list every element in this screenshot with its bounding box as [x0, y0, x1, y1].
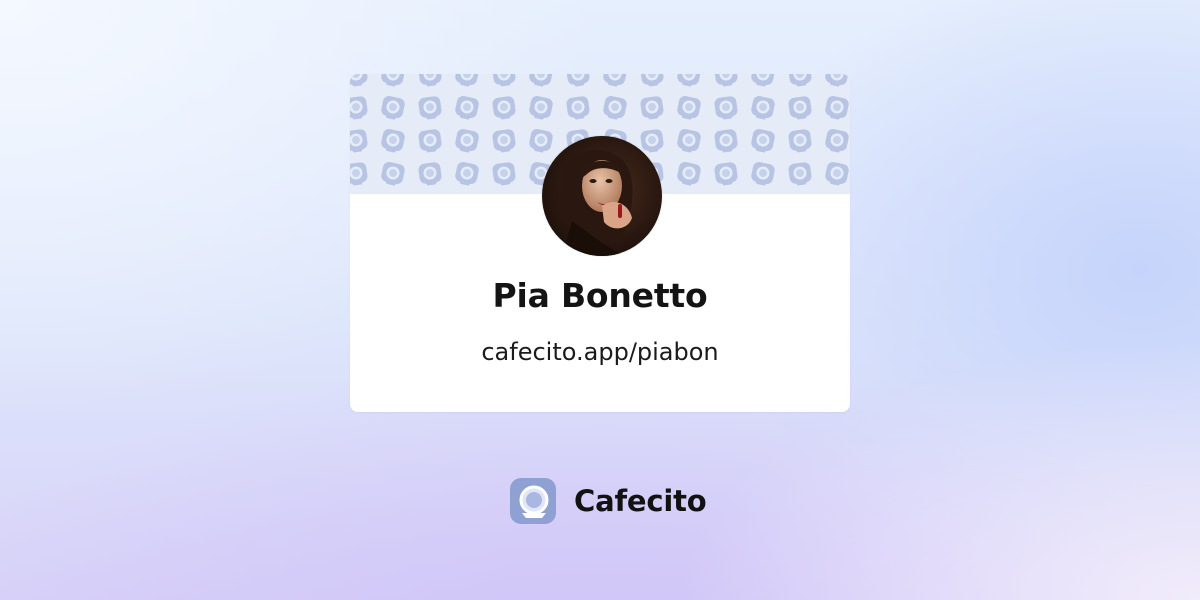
coffee-cup-icon	[787, 161, 813, 187]
coffee-cup-icon	[491, 161, 517, 187]
coffee-cup-icon	[453, 127, 480, 155]
coffee-cup-icon	[350, 74, 369, 88]
cafecito-cup-icon	[508, 476, 558, 526]
coffee-cup-icon	[453, 74, 480, 89]
coffee-cup-icon	[350, 95, 369, 121]
coffee-cup-icon	[527, 127, 554, 155]
coffee-cup-icon	[787, 95, 813, 121]
coffee-cup-icon	[417, 95, 443, 121]
coffee-cup-icon	[491, 74, 517, 88]
profile-url[interactable]: cafecito.app/piabon	[350, 338, 850, 366]
coffee-cup-icon	[749, 74, 776, 89]
coffee-cup-icon	[639, 95, 665, 121]
coffee-cup-icon	[713, 161, 739, 187]
coffee-cup-icon	[379, 160, 406, 188]
coffee-cup-icon	[491, 95, 517, 121]
coffee-cup-icon	[749, 94, 776, 122]
profile-photo	[542, 136, 662, 256]
coffee-cup-icon	[379, 127, 406, 155]
coffee-cup-icon	[527, 74, 554, 89]
coffee-cup-icon	[601, 94, 628, 122]
coffee-cup-icon	[823, 74, 850, 89]
coffee-cup-icon	[823, 127, 850, 155]
coffee-cup-icon	[491, 128, 517, 154]
coffee-cup-icon	[675, 74, 702, 89]
coffee-cup-icon	[713, 74, 739, 88]
coffee-cup-icon	[749, 160, 776, 188]
coffee-cup-icon	[417, 74, 443, 88]
coffee-cup-icon	[639, 128, 665, 154]
brand-name: Cafecito	[574, 484, 707, 518]
coffee-cup-icon	[787, 128, 813, 154]
coffee-cup-icon	[639, 74, 665, 88]
coffee-cup-icon	[350, 128, 369, 154]
coffee-cup-icon	[453, 94, 480, 122]
coffee-cup-icon	[417, 128, 443, 154]
coffee-cup-icon	[379, 94, 406, 122]
coffee-cup-icon	[823, 94, 850, 122]
coffee-cup-icon	[823, 160, 850, 188]
avatar	[542, 136, 662, 256]
coffee-cup-icon	[453, 160, 480, 188]
coffee-cup-icon	[713, 128, 739, 154]
coffee-cup-icon	[379, 74, 406, 89]
coffee-cup-icon	[675, 127, 702, 155]
coffee-cup-icon	[350, 161, 369, 187]
coffee-cup-icon	[601, 74, 628, 89]
coffee-cup-icon	[713, 95, 739, 121]
coffee-cup-icon	[565, 74, 591, 88]
coffee-cup-icon	[417, 161, 443, 187]
profile-name: Pia Bonetto	[492, 276, 708, 315]
brand[interactable]: Cafecito	[508, 476, 707, 526]
coffee-cup-icon	[527, 94, 554, 122]
coffee-cup-icon	[749, 127, 776, 155]
coffee-cup-icon	[565, 95, 591, 121]
coffee-cup-icon	[675, 160, 702, 188]
coffee-cup-icon	[787, 74, 813, 88]
coffee-cup-icon	[675, 94, 702, 122]
